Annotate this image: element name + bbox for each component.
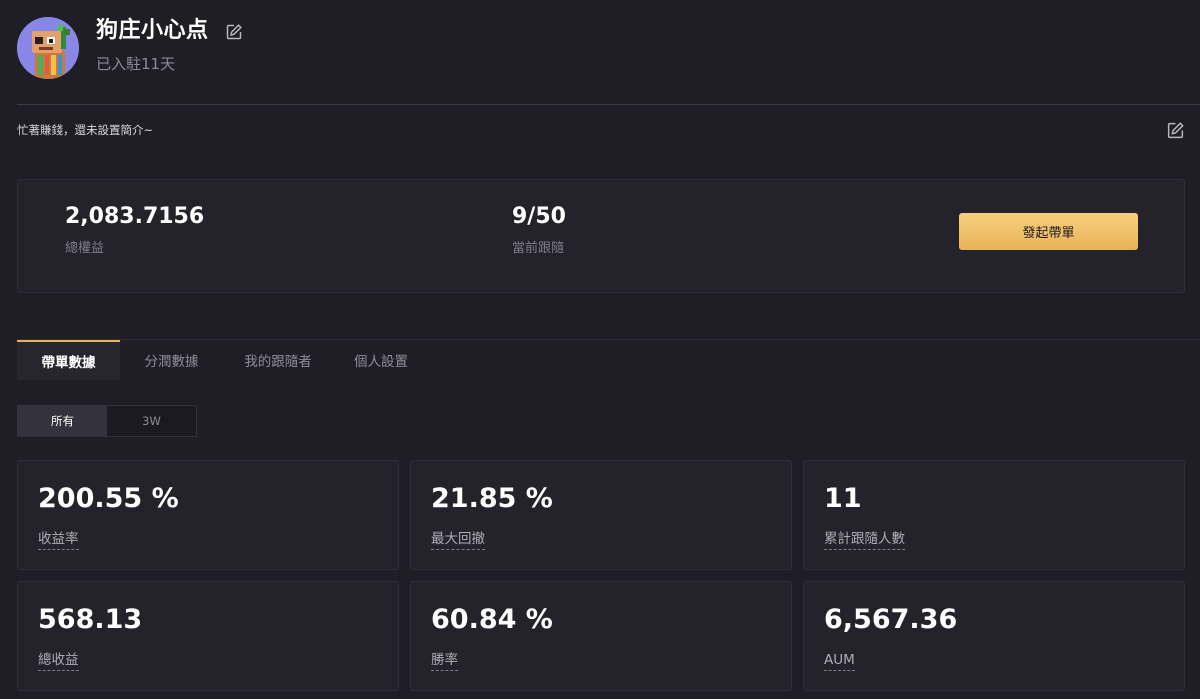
- total-equity-label: 總權益: [65, 241, 105, 256]
- range-all[interactable]: 所有: [18, 406, 107, 436]
- current-followers: 9/50 當前跟隨: [512, 202, 566, 258]
- trader-dashboard: 狗庄小心点 已入駐11天 忙著賺錢，還未設置簡介~ 2,083.7156 總權益…: [0, 0, 1200, 699]
- tab-bar: 帶單數據 分潤數據 我的跟隨者 個人設置: [17, 340, 429, 380]
- aum-value: 6,567.36: [824, 604, 958, 635]
- tab-personal-settings[interactable]: 個人設置: [333, 340, 429, 380]
- stat-card-total-profit: 568.13 總收益: [17, 581, 399, 691]
- range-3w[interactable]: 3W: [107, 406, 196, 436]
- stat-card-aum: 6,567.36 AUM: [803, 581, 1185, 691]
- roi-value: 200.55 %: [38, 483, 179, 514]
- joined-duration: 已入駐11天: [96, 55, 176, 73]
- total-profit-label[interactable]: 總收益: [38, 651, 79, 671]
- total-equity: 2,083.7156 總權益: [65, 202, 204, 258]
- total-profit-value: 568.13: [38, 604, 143, 635]
- time-range-toggle: 所有 3W: [17, 405, 197, 437]
- edit-icon[interactable]: [225, 23, 243, 41]
- max-drawdown-label[interactable]: 最大回撤: [431, 530, 485, 550]
- total-equity-value: 2,083.7156: [65, 204, 205, 229]
- aum-label[interactable]: AUM: [824, 651, 855, 671]
- stat-card-win-rate: 60.84 % 勝率: [410, 581, 792, 691]
- robot-avatar-icon: [17, 17, 79, 79]
- win-rate-value: 60.84 %: [431, 604, 553, 635]
- win-rate-label[interactable]: 勝率: [431, 651, 458, 671]
- current-followers-label: 當前跟隨: [512, 241, 565, 256]
- start-copy-trading-button[interactable]: 發起帶單: [959, 213, 1138, 250]
- bio-text: 忙著賺錢，還未設置簡介~: [17, 123, 154, 137]
- summary-card: 2,083.7156 總權益 9/50 當前跟隨 發起帶單: [17, 179, 1185, 293]
- stat-card-total-followers: 11 累計跟隨人數: [803, 460, 1185, 570]
- total-followers-label[interactable]: 累計跟隨人數: [824, 530, 905, 550]
- max-drawdown-value: 21.85 %: [431, 483, 553, 514]
- total-followers-value: 11: [824, 483, 862, 514]
- stat-card-roi: 200.55 % 收益率: [17, 460, 399, 570]
- edit-bio-icon[interactable]: [1166, 121, 1185, 140]
- header-divider: [17, 104, 1200, 105]
- stat-card-max-drawdown: 21.85 % 最大回撤: [410, 460, 792, 570]
- roi-label[interactable]: 收益率: [38, 530, 79, 550]
- tab-my-followers[interactable]: 我的跟隨者: [223, 340, 333, 380]
- tab-profit-share[interactable]: 分潤數據: [120, 340, 223, 380]
- tab-trading-data[interactable]: 帶單數據: [17, 340, 120, 380]
- current-followers-value: 9/50: [512, 204, 566, 229]
- username: 狗庄小心点: [96, 18, 209, 43]
- avatar[interactable]: [17, 17, 79, 79]
